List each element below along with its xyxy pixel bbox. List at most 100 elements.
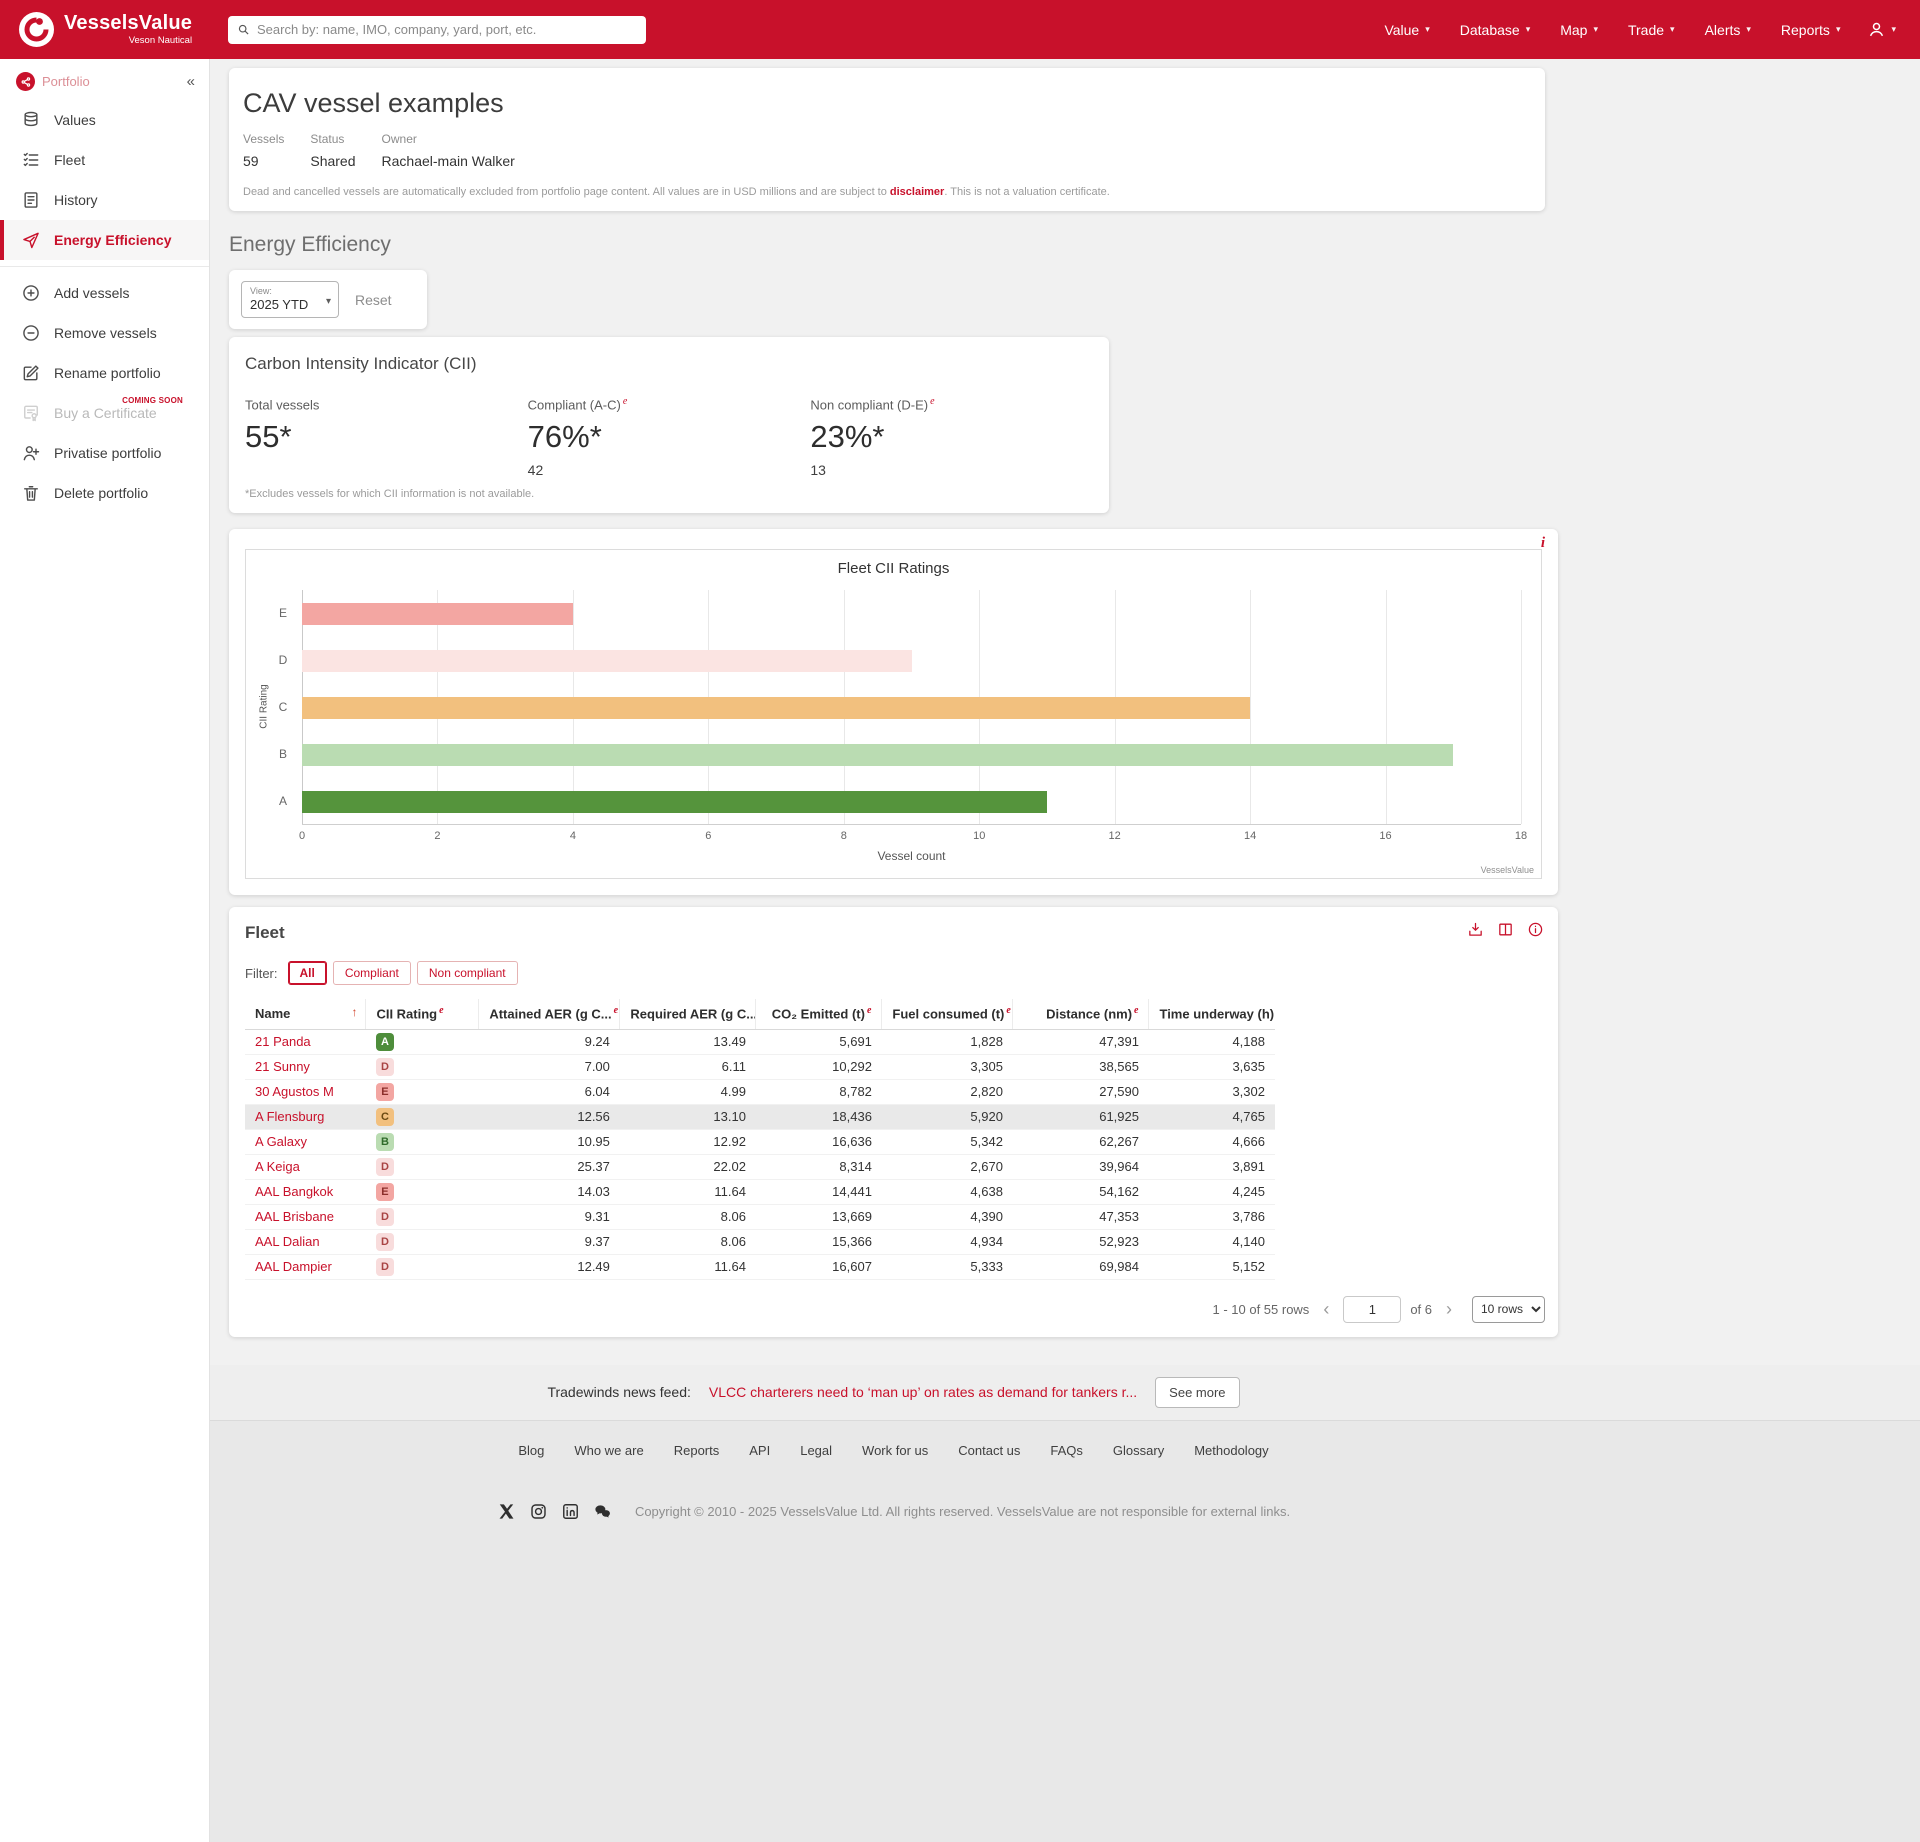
brand-logo[interactable]: VesselsValue Veson Nautical xyxy=(18,11,204,48)
filter-chip-compliant[interactable]: Compliant xyxy=(333,961,411,985)
column-header-attained[interactable]: Attained AER (g C...e xyxy=(479,999,620,1029)
nav-item-trade[interactable]: Trade▾ xyxy=(1615,14,1688,46)
user-menu[interactable]: ▾ xyxy=(1853,12,1898,47)
sidebar-item-label: Energy Efficiency xyxy=(54,232,172,248)
sidebar-item-history[interactable]: History xyxy=(0,180,209,220)
vessel-name-link[interactable]: 21 Sunny xyxy=(255,1059,310,1074)
search-input[interactable] xyxy=(257,22,637,37)
nav-item-database[interactable]: Database▾ xyxy=(1447,14,1543,46)
footer-link-methodology[interactable]: Methodology xyxy=(1194,1443,1268,1458)
vessel-name-link[interactable]: A Keiga xyxy=(255,1159,300,1174)
column-header-co2[interactable]: CO₂ Emitted (t)e xyxy=(756,999,882,1029)
footer-link-glossary[interactable]: Glossary xyxy=(1113,1443,1164,1458)
sidebar-item-label: Privatise portfolio xyxy=(54,445,161,461)
table-row-aal-dalian: AAL DalianD9.378.0615,3664,93452,9234,14… xyxy=(245,1229,1275,1254)
column-header-fuel[interactable]: Fuel consumed (t)e xyxy=(882,999,1013,1029)
bar-rating-A[interactable] xyxy=(302,791,1047,813)
nav-item-reports[interactable]: Reports▾ xyxy=(1768,14,1854,46)
cell-required: 22.02 xyxy=(620,1154,756,1179)
view-select[interactable]: View: 2025 YTD ▾ xyxy=(241,281,339,318)
previous-page-button[interactable]: ‹ xyxy=(1318,1300,1334,1318)
table-row-aal-bangkok: AAL BangkokE14.0311.6414,4414,63854,1624… xyxy=(245,1179,1275,1204)
linkedin-icon[interactable] xyxy=(561,1502,580,1521)
bar-rating-C[interactable] xyxy=(302,697,1250,719)
vessel-name-link[interactable]: 21 Panda xyxy=(255,1034,311,1049)
global-search[interactable] xyxy=(228,16,646,44)
next-page-button[interactable]: › xyxy=(1441,1300,1457,1318)
wechat-icon[interactable] xyxy=(593,1502,612,1521)
newsfeed-headline-link[interactable]: VLCC charterers need to ‘man up’ on rate… xyxy=(709,1384,1137,1400)
vessel-name-link[interactable]: 30 Agustos M xyxy=(255,1084,334,1099)
vessel-name-link[interactable]: AAL Dalian xyxy=(255,1234,320,1249)
column-header-name[interactable]: Name↑ xyxy=(245,999,366,1029)
column-header-time[interactable]: Time underway (h)e xyxy=(1149,999,1275,1029)
vessel-name-link[interactable]: AAL Dampier xyxy=(255,1259,332,1274)
sidebar-item-rename-portfolio[interactable]: Rename portfolio xyxy=(0,353,209,393)
footer-link-reports[interactable]: Reports xyxy=(674,1443,720,1458)
download-icon[interactable] xyxy=(1467,921,1484,938)
cell-required: 4.99 xyxy=(620,1079,756,1104)
vessel-name-cell: AAL Brisbane xyxy=(245,1204,366,1229)
x-icon[interactable] xyxy=(497,1502,516,1521)
rows-per-page-select[interactable]: 10 rows xyxy=(1472,1296,1545,1323)
nav-item-alerts[interactable]: Alerts▾ xyxy=(1692,14,1764,46)
sidebar-item-buy-a-certificate[interactable]: Buy a CertificateCOMING SOON xyxy=(0,393,209,433)
sidebar-item-privatise-portfolio[interactable]: Privatise portfolio xyxy=(0,433,209,473)
chevron-down-icon: ▾ xyxy=(1526,24,1531,35)
sort-ascending-icon[interactable]: ↑ xyxy=(351,1005,357,1019)
cii-summary-card: Carbon Intensity Indicator (CII) Total v… xyxy=(229,337,1109,513)
footer-link-blog[interactable]: Blog xyxy=(518,1443,544,1458)
columns-icon[interactable] xyxy=(1497,921,1514,938)
field-label: Status xyxy=(310,132,355,146)
page-number-input[interactable] xyxy=(1343,1296,1401,1323)
column-header-rating[interactable]: CII Ratinge xyxy=(366,999,479,1029)
brand-name: VesselsValue xyxy=(64,13,192,34)
column-header-required[interactable]: Required AER (g C...e xyxy=(620,999,756,1029)
reset-button[interactable]: Reset xyxy=(355,292,392,308)
nav-item-value[interactable]: Value▾ xyxy=(1371,14,1442,46)
footer-link-api[interactable]: API xyxy=(749,1443,770,1458)
footer-link-work-for-us[interactable]: Work for us xyxy=(862,1443,928,1458)
sidebar-item-fleet[interactable]: Fleet xyxy=(0,140,209,180)
cell-distance: 39,964 xyxy=(1013,1154,1149,1179)
footer-link-who-we-are[interactable]: Who we are xyxy=(574,1443,643,1458)
collapse-sidebar-button[interactable]: « xyxy=(187,73,195,90)
column-header-distance[interactable]: Distance (nm)e xyxy=(1013,999,1149,1029)
estimate-flag: e xyxy=(930,396,934,407)
footer-link-faqs[interactable]: FAQs xyxy=(1050,1443,1083,1458)
footer-link-legal[interactable]: Legal xyxy=(800,1443,832,1458)
sidebar-item-energy-efficiency[interactable]: Energy Efficiency xyxy=(0,220,209,260)
top-header: VesselsValue Veson Nautical Value▾Databa… xyxy=(0,0,1920,59)
vessel-name-link[interactable]: A Flensburg xyxy=(255,1109,324,1124)
rating-badge-B: B xyxy=(376,1133,394,1151)
sidebar-item-add-vessels[interactable]: Add vessels xyxy=(0,273,209,313)
nav-item-label: Map xyxy=(1560,22,1587,38)
bar-rating-B[interactable] xyxy=(302,744,1453,766)
bar-row-B xyxy=(302,731,1521,778)
cell-distance: 27,590 xyxy=(1013,1079,1149,1104)
footer-link-contact-us[interactable]: Contact us xyxy=(958,1443,1020,1458)
filter-label: Filter: xyxy=(245,966,278,981)
vessel-name-link[interactable]: AAL Brisbane xyxy=(255,1209,334,1224)
see-more-button[interactable]: See more xyxy=(1155,1377,1239,1408)
cii-rating-cell: D xyxy=(366,1204,479,1229)
bar-rating-E[interactable] xyxy=(302,603,573,625)
table-header-row: Name↑CII RatingeAttained AER (g C...eReq… xyxy=(245,999,1275,1029)
filter-chip-all[interactable]: All xyxy=(288,961,327,985)
instagram-icon[interactable] xyxy=(529,1502,548,1521)
view-select-value: 2025 YTD xyxy=(250,297,330,312)
column-label: Attained AER (g C... xyxy=(489,1007,611,1022)
sidebar-item-remove-vessels[interactable]: Remove vessels xyxy=(0,313,209,353)
vessel-name-link[interactable]: A Galaxy xyxy=(255,1134,307,1149)
vessel-name-link[interactable]: AAL Bangkok xyxy=(255,1184,333,1199)
cell-fuel: 2,670 xyxy=(882,1154,1013,1179)
cii-rating-cell: E xyxy=(366,1179,479,1204)
sidebar-item-values[interactable]: Values xyxy=(0,100,209,140)
x-tick-label: 16 xyxy=(1379,830,1391,842)
filter-chip-non-compliant[interactable]: Non compliant xyxy=(417,961,518,985)
sidebar-item-delete-portfolio[interactable]: Delete portfolio xyxy=(0,473,209,513)
bar-rating-D[interactable] xyxy=(302,650,912,672)
info-icon[interactable] xyxy=(1527,921,1544,938)
nav-item-map[interactable]: Map▾ xyxy=(1547,14,1611,46)
disclaimer-link[interactable]: disclaimer xyxy=(890,186,944,198)
